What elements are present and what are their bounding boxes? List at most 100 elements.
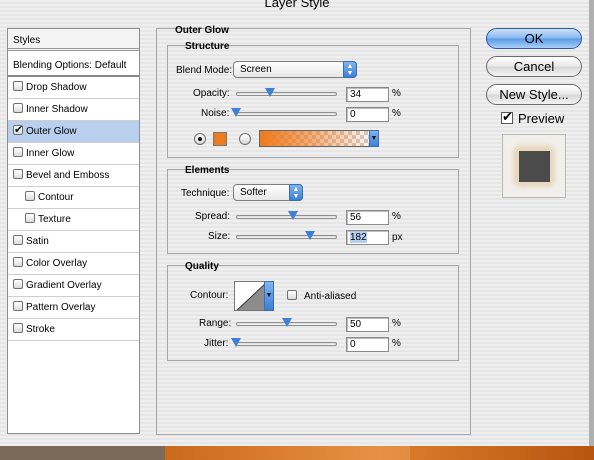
style-preview-thumbnail <box>502 134 566 198</box>
size-label: Size: <box>208 231 231 242</box>
style-item-checkbox[interactable] <box>13 257 23 267</box>
structure-title: Structure <box>185 41 230 52</box>
style-item-checkbox[interactable] <box>13 169 23 179</box>
technique-select[interactable]: Softer ▲ ▼ <box>233 184 303 201</box>
new-style-button[interactable]: New Style... <box>486 84 582 105</box>
style-item[interactable]: Contour <box>8 187 139 209</box>
style-item[interactable]: Gradient Overlay <box>8 275 139 297</box>
size-slider-knob[interactable] <box>304 231 315 241</box>
ok-button[interactable]: OK <box>486 28 582 49</box>
spread-slider-knob[interactable] <box>287 211 298 221</box>
chevron-down-icon: ▼ <box>265 292 273 299</box>
document-background <box>0 446 594 460</box>
blend-mode-value: Screen <box>240 64 272 75</box>
anti-aliased-checkbox[interactable] <box>287 290 297 300</box>
noise-label: Noise: <box>201 108 230 119</box>
style-item[interactable]: Outer Glow <box>8 121 139 143</box>
jitter-unit: % <box>392 338 401 349</box>
style-item-label: Color Overlay <box>26 258 88 269</box>
style-item[interactable]: Pattern Overlay <box>8 297 139 319</box>
style-item[interactable]: Drop Shadow <box>8 77 139 99</box>
jitter-input[interactable]: 0 <box>346 337 389 352</box>
style-item[interactable]: Inner Glow <box>8 143 139 165</box>
style-item[interactable]: Color Overlay <box>8 253 139 275</box>
style-item-checkbox[interactable] <box>13 147 23 157</box>
preview-label: Preview <box>518 111 565 126</box>
opacity-label: Opacity: <box>193 88 230 99</box>
jitter-label: Jitter: <box>204 338 229 349</box>
popup-arrows-icon: ▲ ▼ <box>343 61 357 78</box>
size-slider[interactable] <box>236 235 337 239</box>
style-item-checkbox[interactable] <box>13 81 23 91</box>
contour-curve-icon <box>236 283 265 310</box>
style-item-checkbox[interactable] <box>13 323 23 333</box>
styles-header-label: Styles <box>13 35 41 46</box>
style-item-checkbox[interactable] <box>13 123 23 136</box>
range-unit: % <box>392 318 401 329</box>
technique-label: Technique: <box>181 188 230 199</box>
style-item-checkbox[interactable] <box>25 191 35 201</box>
glow-color-swatch[interactable] <box>213 132 227 146</box>
blend-mode-label: Blend Mode: <box>176 65 233 76</box>
preview-checkbox[interactable] <box>501 109 513 125</box>
style-item[interactable]: Bevel and Emboss <box>8 165 139 187</box>
style-item-checkbox[interactable] <box>13 301 23 311</box>
noise-unit: % <box>392 108 401 119</box>
layer-style-dialog: Layer Style Styles Blending Options: Def… <box>0 0 594 446</box>
gradient-picker[interactable]: ▼ <box>259 130 379 147</box>
jitter-slider-knob[interactable] <box>231 338 241 348</box>
contour-dropdown[interactable]: ▼ <box>264 281 274 311</box>
window-edge <box>589 0 594 446</box>
spread-label: Spread: <box>195 211 231 222</box>
noise-input[interactable]: 0 <box>346 107 389 122</box>
style-item-label: Texture <box>38 214 71 225</box>
style-item-label: Drop Shadow <box>26 82 87 93</box>
styles-list: Styles Blending Options: Default Drop Sh… <box>7 28 140 434</box>
style-item[interactable]: Satin <box>8 231 139 253</box>
style-item-checkbox[interactable] <box>13 279 23 289</box>
range-slider-knob[interactable] <box>281 318 292 328</box>
blend-mode-select[interactable]: Screen ▲ ▼ <box>233 61 357 78</box>
spread-slider[interactable] <box>236 215 337 219</box>
cancel-button[interactable]: Cancel <box>486 56 582 77</box>
noise-slider-knob[interactable] <box>231 108 241 118</box>
jitter-slider[interactable] <box>236 342 337 346</box>
style-item-label: Inner Shadow <box>26 104 88 115</box>
window-title: Layer Style <box>264 0 330 10</box>
opacity-slider-knob[interactable] <box>265 88 276 98</box>
contour-label: Contour: <box>190 290 229 301</box>
style-item-label: Pattern Overlay <box>26 302 96 313</box>
size-unit: px <box>392 232 403 243</box>
outer-glow-title: Outer Glow <box>175 25 229 36</box>
style-item-checkbox[interactable] <box>25 213 35 223</box>
style-item[interactable]: Inner Shadow <box>8 99 139 121</box>
style-item-checkbox[interactable] <box>13 235 23 245</box>
gradient-radio[interactable] <box>239 133 251 145</box>
style-item[interactable]: Stroke <box>8 319 139 341</box>
opacity-input[interactable]: 34 <box>346 87 389 102</box>
blending-options-item[interactable]: Blending Options: Default <box>8 55 139 77</box>
opacity-slider[interactable] <box>236 92 337 96</box>
canvas-strip-dark <box>410 446 594 460</box>
contour-picker[interactable] <box>234 281 266 311</box>
style-item-label: Inner Glow <box>26 148 75 159</box>
style-item-label: Contour <box>38 192 74 203</box>
noise-slider[interactable] <box>236 112 337 116</box>
popup-arrows-icon: ▲ ▼ <box>289 184 303 201</box>
anti-aliased-label: Anti-aliased <box>304 291 357 302</box>
solid-color-radio[interactable] <box>194 133 206 145</box>
elements-title: Elements <box>185 165 230 176</box>
style-item[interactable]: Texture <box>8 209 139 231</box>
range-input[interactable]: 50 <box>346 317 389 332</box>
style-item-checkbox[interactable] <box>13 103 23 113</box>
blending-options-label: Blending Options: Default <box>13 60 127 71</box>
style-item-label: Satin <box>26 236 49 247</box>
title-bar: Layer Style <box>0 0 594 11</box>
style-item-label: Outer Glow <box>26 126 77 137</box>
range-label: Range: <box>199 318 232 329</box>
quality-title: Quality <box>185 261 219 272</box>
styles-header[interactable]: Styles <box>8 29 139 51</box>
size-input[interactable]: 182 <box>346 230 389 245</box>
style-item-label: Gradient Overlay <box>26 280 102 291</box>
spread-input[interactable]: 56 <box>346 210 389 225</box>
